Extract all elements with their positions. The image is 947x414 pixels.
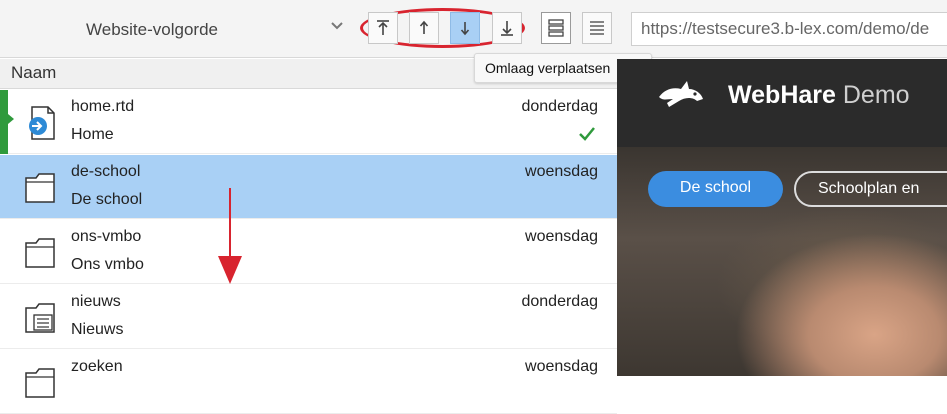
brand-bold-text: WebHare [728,81,836,109]
nav-item-de-school[interactable]: De school [648,171,783,207]
arrow-to-bottom-icon [501,21,513,36]
move-to-bottom-button[interactable] [492,12,522,44]
list-item[interactable]: zoeken woensdag [0,350,617,414]
item-title: Ons vmbo [71,256,144,273]
arrow-up-icon [419,20,429,34]
site-preview: WebHare Demo De school Schoolplan en [617,59,947,376]
item-name: zoeken [71,358,123,375]
site-header: WebHare Demo [617,59,947,147]
item-title: Nieuws [71,321,124,338]
chevron-down-icon [331,22,343,30]
preview-url-field[interactable]: https://testsecure3.b-lex.com/demo/de [631,12,947,46]
view-large-rows-button[interactable] [541,12,571,44]
current-page-indicator [0,90,8,154]
list-item[interactable]: home.rtd Home donderdag [0,90,617,154]
rtd-document-icon [29,106,55,140]
item-name: home.rtd [71,98,135,115]
move-to-top-button[interactable] [368,12,398,44]
item-title: De school [71,191,143,208]
list-item[interactable]: ons-vmbo Ons vmbo woensdag [0,220,617,284]
folder-icon [25,368,55,398]
news-folder-icon [25,303,55,333]
nav-item-schoolplan[interactable]: Schoolplan en [794,171,947,207]
folder-icon [25,238,55,268]
arrow-down-icon [460,22,470,36]
sort-order-value: Website-volgorde [86,20,218,39]
folder-icon [25,173,55,203]
compact-list-view-icon [590,21,604,35]
published-check-icon [579,127,595,141]
rabbit-logo-icon [659,81,703,107]
item-name: ons-vmbo [71,228,142,245]
arrow-to-top-icon [377,20,389,35]
item-modified-date: woensdag [525,228,598,245]
item-modified-date: woensdag [525,358,598,375]
list-item-selected[interactable]: de-school De school woensdag [0,155,617,219]
move-down-annotation-arrow [218,188,242,284]
brand-light-text: Demo [842,81,910,109]
item-title: Home [71,126,114,143]
item-modified-date: donderdag [521,293,598,310]
toolbar: Website-volgorde https://testsecure3.b-l… [0,0,947,58]
indicator-arrow-icon [8,114,14,124]
item-name: nieuws [71,293,121,310]
site-brand: WebHare Demo [728,81,910,110]
item-modified-date: donderdag [521,98,598,115]
move-down-button[interactable] [450,12,480,44]
item-modified-date: woensdag [525,163,598,180]
sort-order-select[interactable]: Website-volgorde [0,10,358,50]
item-name: de-school [71,163,141,180]
view-compact-rows-button[interactable] [582,12,612,44]
move-up-button[interactable] [409,12,439,44]
list-item[interactable]: nieuws Nieuws donderdag [0,285,617,349]
column-header-naam[interactable]: Naam [11,63,56,83]
large-rows-view-icon [548,19,564,37]
